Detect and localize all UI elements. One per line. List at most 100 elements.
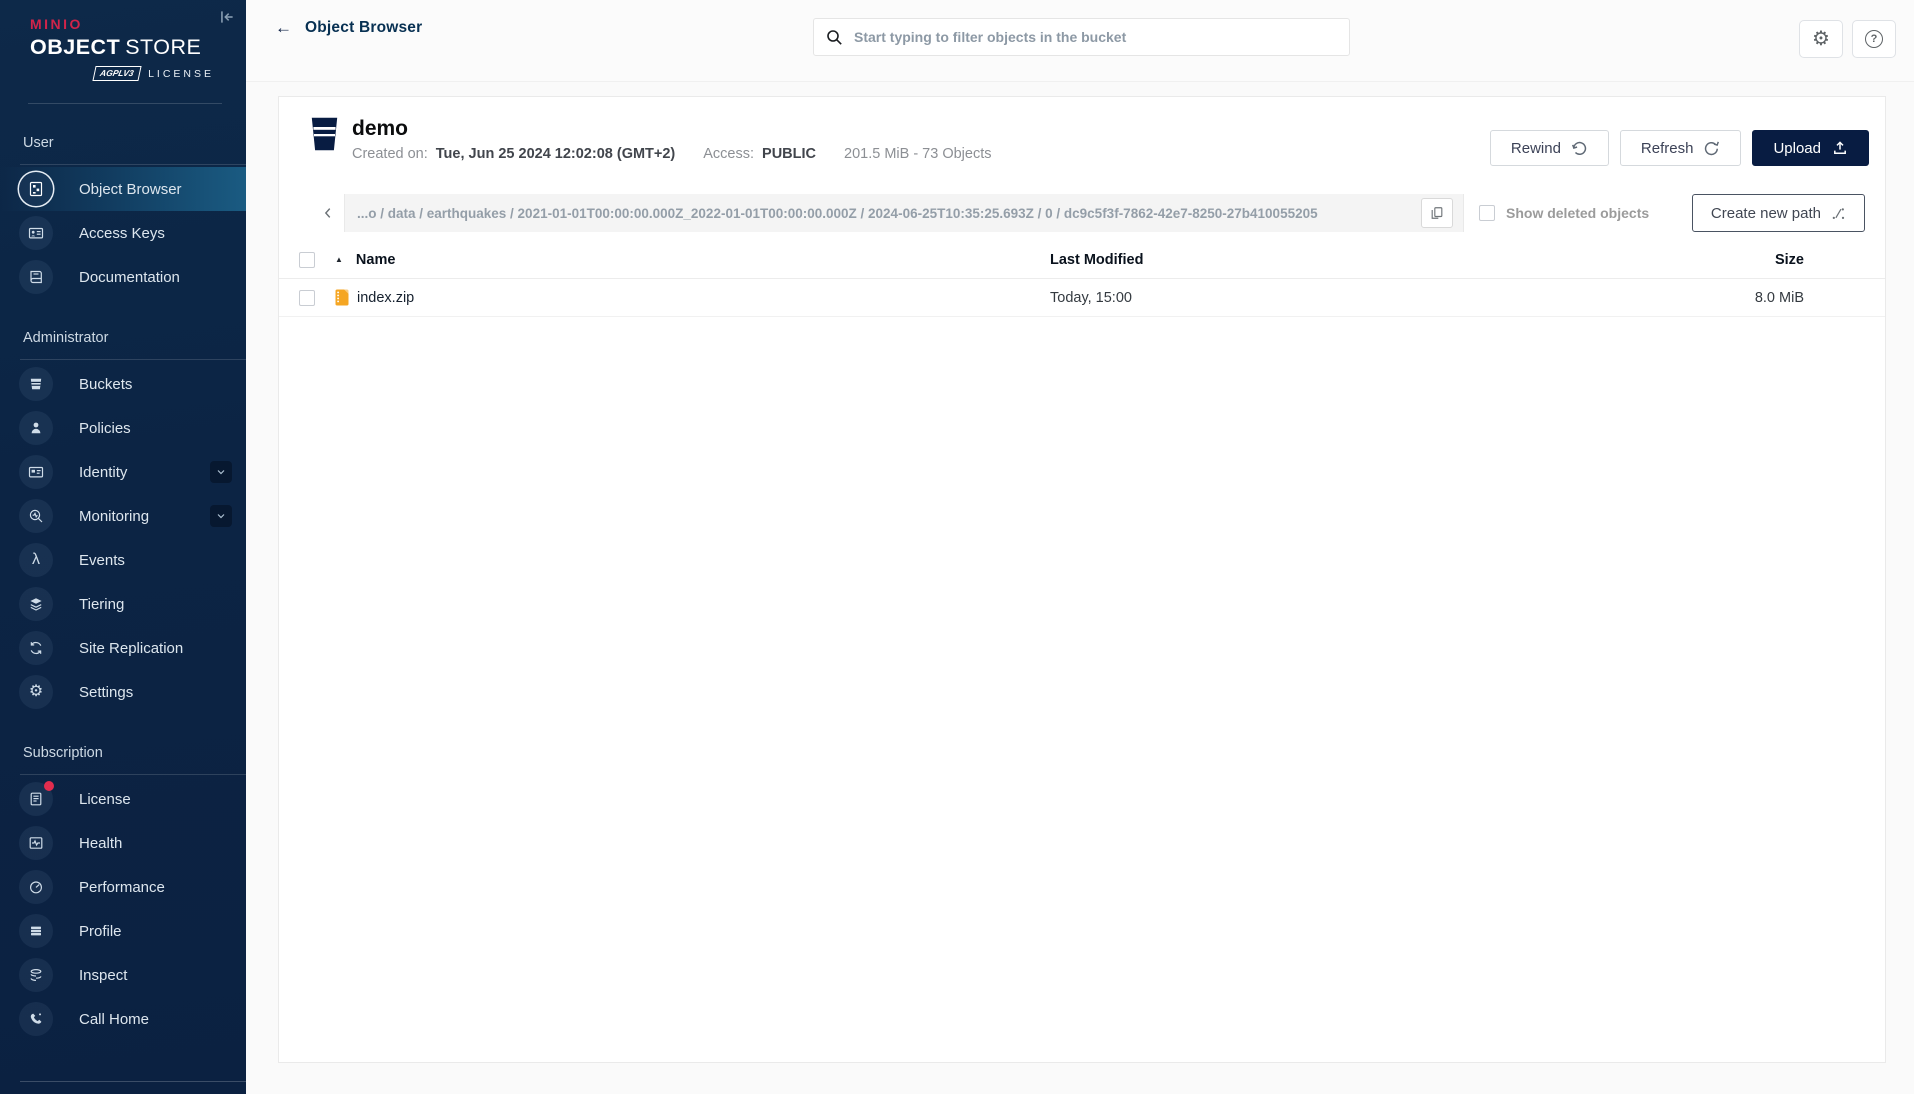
create-new-path-button[interactable]: Create new path: [1691, 194, 1865, 232]
sidebar-bottom-divider: [20, 1081, 246, 1082]
refresh-button[interactable]: Refresh: [1619, 130, 1742, 166]
sidebar-item-site-replication[interactable]: Site Replication: [0, 626, 246, 670]
buckets-icon: [19, 367, 53, 401]
breadcrumb-back-button[interactable]: [311, 194, 345, 232]
bucket-icon: [311, 117, 338, 162]
object-name[interactable]: index.zip: [357, 290, 414, 306]
show-deleted-toggle[interactable]: Show deleted objects: [1479, 205, 1649, 221]
help-icon: ?: [1865, 30, 1883, 48]
zip-file-icon: [335, 289, 349, 306]
row-checkbox[interactable]: [299, 289, 315, 306]
site-replication-icon: [19, 631, 53, 665]
collapse-sidebar-icon[interactable]: [218, 8, 236, 26]
sidebar-item-documentation[interactable]: Documentation: [0, 255, 246, 299]
sidebar-item-tiering[interactable]: Tiering: [0, 582, 246, 626]
back-arrow-icon[interactable]: ←: [275, 18, 292, 38]
access-keys-icon: [19, 216, 53, 250]
object-filter-search[interactable]: [813, 18, 1350, 56]
sidebar-item-inspect[interactable]: Inspect: [0, 953, 246, 997]
section-rule: [20, 359, 246, 360]
breadcrumb-path: ...o / data / earthquakes / 2021-01-01T0…: [357, 205, 1318, 221]
policies-icon: [19, 411, 53, 445]
search-icon: [826, 29, 843, 46]
column-header-name[interactable]: Name: [356, 252, 396, 268]
license-icon: [19, 781, 54, 816]
performance-icon: [19, 870, 53, 904]
monitoring-icon: [19, 499, 53, 533]
table-row[interactable]: index.zip Today, 15:00 8.0 MiB: [279, 279, 1885, 317]
sidebar-item-license[interactable]: License: [0, 777, 246, 821]
sort-asc-icon[interactable]: ▲: [335, 255, 343, 264]
chevron-down-icon[interactable]: [210, 461, 232, 483]
chevron-left-icon: [324, 208, 330, 218]
license-label: LICENSE: [148, 67, 214, 80]
select-all-checkbox[interactable]: [299, 252, 315, 268]
search-input[interactable]: [854, 29, 1337, 45]
show-deleted-checkbox[interactable]: [1479, 205, 1495, 221]
upload-button[interactable]: Upload: [1752, 130, 1869, 166]
column-header-modified[interactable]: Last Modified: [1050, 252, 1646, 268]
sidebar-item-policies[interactable]: Policies: [0, 406, 246, 450]
tiering-icon: [19, 587, 53, 621]
upload-icon: [1832, 140, 1848, 156]
section-rule: [20, 164, 246, 165]
sidebar-item-monitoring[interactable]: Monitoring: [0, 494, 246, 538]
health-icon: [19, 826, 53, 860]
bucket-usage: 201.5 MiB - 73 Objects: [844, 146, 992, 162]
settings-gear-icon: ⚙: [19, 675, 53, 709]
license-row: AGPLV3 LICENSE: [30, 66, 214, 81]
breadcrumb-bar: ...o / data / earthquakes / 2021-01-01T0…: [311, 194, 1464, 232]
bucket-card: demo Created on: Tue, Jun 25 2024 12:02:…: [278, 96, 1886, 1063]
refresh-icon: [1703, 140, 1720, 157]
license-alert-badge: [44, 781, 54, 791]
settings-button[interactable]: ⚙: [1799, 20, 1843, 58]
minio-logo: MINIO OBJECT STORE AGPLV3 LICENSE: [0, 0, 246, 81]
identity-icon: [19, 455, 53, 489]
logo-divider: [28, 103, 222, 104]
profile-icon: [19, 914, 53, 948]
sidebar-item-partial[interactable]: [19, 1090, 246, 1094]
new-path-icon: [1831, 206, 1846, 221]
gear-icon: ⚙: [1812, 28, 1830, 50]
sidebar-item-buckets[interactable]: Buckets: [0, 362, 246, 406]
events-icon: λ: [19, 543, 53, 577]
objects-table: ▲ Name Last Modified Size index.zip Toda…: [279, 242, 1885, 317]
section-label-administrator: Administrator: [23, 330, 109, 346]
product-name: OBJECT STORE: [30, 35, 202, 59]
table-header-row: ▲ Name Last Modified Size: [279, 242, 1885, 279]
sidebar-item-call-home[interactable]: Call Home: [0, 997, 246, 1041]
page-title: Object Browser: [305, 19, 423, 36]
access-value: PUBLIC: [762, 146, 817, 162]
breadcrumb-row: ...o / data / earthquakes / 2021-01-01T0…: [311, 194, 1865, 232]
bucket-header: demo Created on: Tue, Jun 25 2024 12:02:…: [311, 117, 1000, 162]
call-home-phone-icon: [19, 1002, 53, 1036]
created-label: Created on:: [352, 146, 428, 162]
agpl-badge: AGPLV3: [91, 66, 141, 81]
sidebar-item-events[interactable]: λ Events: [0, 538, 246, 582]
object-browser-icon: [19, 172, 53, 206]
sidebar-item-access-keys[interactable]: Access Keys: [0, 211, 246, 255]
documentation-icon: [19, 260, 53, 294]
created-value: Tue, Jun 25 2024 12:02:08 (GMT+2): [435, 146, 676, 162]
bucket-name: demo: [352, 117, 409, 140]
sidebar-item-health[interactable]: Health: [0, 821, 246, 865]
copy-path-button[interactable]: [1421, 198, 1453, 228]
sidebar-item-object-browser[interactable]: Object Browser: [0, 167, 246, 211]
copy-icon: [1431, 207, 1443, 219]
top-bar: ← Object Browser ⚙ ?: [246, 0, 1914, 82]
chevron-down-icon[interactable]: [210, 505, 232, 527]
help-button[interactable]: ?: [1852, 20, 1896, 58]
object-modified: Today, 15:00: [1050, 289, 1132, 306]
main-area: ← Object Browser ⚙ ?: [246, 0, 1914, 1094]
sidebar-item-performance[interactable]: Performance: [0, 865, 246, 909]
sidebar-item-identity[interactable]: Identity: [0, 450, 246, 494]
object-size: 8.0 MiB: [1754, 289, 1804, 306]
section-label-user: User: [23, 135, 54, 151]
section-label-subscription: Subscription: [23, 745, 103, 761]
column-header-size[interactable]: Size: [1646, 252, 1804, 268]
sidebar-item-settings[interactable]: ⚙ Settings: [0, 670, 246, 714]
sidebar-item-profile[interactable]: Profile: [0, 909, 246, 953]
section-rule: [20, 774, 246, 775]
rewind-button[interactable]: Rewind: [1489, 130, 1609, 166]
rewind-icon: [1571, 140, 1588, 157]
